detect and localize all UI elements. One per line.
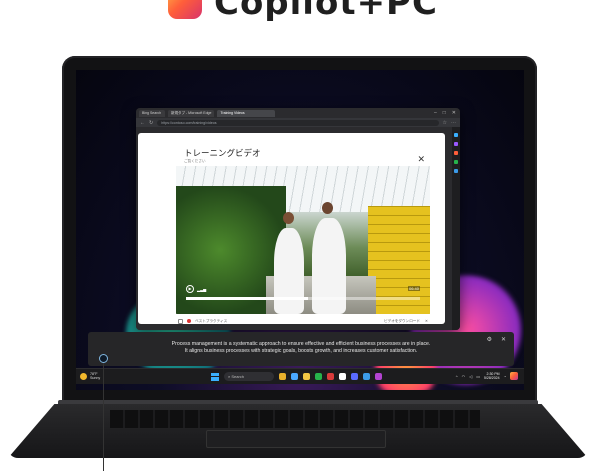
clock[interactable]: 2:30 PM 5/28/2024	[484, 372, 500, 380]
video-progress[interactable]	[186, 297, 420, 300]
tab-bing[interactable]: Bing Search	[139, 109, 165, 117]
taskbar-app-icon[interactable]	[351, 373, 358, 380]
system-tray: ^ ◠ ◁ ▭ 2:30 PM 5/28/2024 ◔	[456, 372, 518, 380]
taskbar-app-icon[interactable]	[363, 373, 370, 380]
taskbar-app-icon[interactable]	[339, 373, 346, 380]
minimize-button[interactable]: –	[434, 110, 437, 116]
captions-close-button[interactable]: ✕	[501, 337, 506, 344]
weather-condition: Sunny	[90, 376, 101, 380]
sidebar-collections-icon[interactable]	[454, 142, 458, 146]
back-icon[interactable]: ←	[140, 120, 145, 126]
video-time: 06:40	[407, 286, 420, 291]
battery-icon[interactable]: ▭	[476, 374, 480, 379]
captions-controls: ⚙ ✕	[487, 337, 506, 344]
copilot-icon[interactable]	[510, 372, 518, 380]
caption-line-1: Process management is a systematic appro…	[171, 341, 431, 347]
taskbar-search[interactable]: ⌕ Search	[224, 372, 274, 381]
sidebar-copilot-icon[interactable]	[454, 151, 458, 155]
chevron-up-icon[interactable]: ^	[456, 374, 458, 379]
web-page: トレーニングビデオ ご覧ください ✕ ▶ ▂▃▅ 06:40 ベストプラクティス…	[136, 127, 452, 330]
wifi-icon[interactable]: ◠	[462, 374, 466, 379]
footer-close-button[interactable]: ✕	[425, 319, 428, 323]
captions-settings-icon[interactable]: ⚙	[487, 337, 492, 344]
sidebar-tools-icon[interactable]	[454, 160, 458, 164]
callout-marker	[99, 354, 108, 363]
modal-footer: ベストプラクティス ビデオをダウンロード ✕	[178, 317, 428, 325]
taskbar-app-icon[interactable]	[375, 373, 382, 380]
edge-sidebar	[452, 127, 460, 330]
close-window-button[interactable]: ✕	[452, 110, 456, 116]
windows-start-icon[interactable]	[211, 372, 219, 381]
tab-new[interactable]: 新規タブ - Microsoft Edge	[168, 109, 215, 117]
tab-training-videos[interactable]: Training Videos	[217, 109, 276, 117]
person-right-head	[322, 202, 333, 214]
taskbar-app-icon[interactable]	[327, 373, 334, 380]
refresh-icon[interactable]: ↻	[149, 120, 153, 126]
video-progress-fill	[186, 297, 308, 300]
record-dot-icon	[187, 319, 191, 323]
person-left-head	[283, 212, 294, 224]
keyboard	[110, 410, 480, 428]
logo-text: Copilot+PC	[214, 0, 438, 23]
video-player[interactable]: ▶ ▂▃▅ 06:40	[176, 166, 430, 314]
modal-subtitle: ご覧ください	[184, 159, 206, 163]
weather-text: 78°F Sunny	[90, 372, 100, 380]
maximize-button[interactable]: □	[443, 110, 446, 116]
tab-strip: Bing Search 新規タブ - Microsoft Edge Traini…	[136, 108, 460, 118]
modal-close-button[interactable]: ✕	[417, 155, 425, 164]
sidebar-outlook-icon[interactable]	[454, 169, 458, 173]
taskbar-center: ⌕ Search	[211, 372, 382, 381]
browser-window: Bing Search 新規タブ - Microsoft Edge Traini…	[136, 108, 460, 330]
laptop-screen: Bing Search 新規タブ - Microsoft Edge Traini…	[76, 70, 524, 390]
video-modal: トレーニングビデオ ご覧ください ✕ ▶ ▂▃▅ 06:40 ベストプラクティス…	[138, 133, 445, 324]
footer-actions: ビデオをダウンロード ✕	[384, 319, 428, 324]
promo-stage: Copilot+PC Bing Search 新規タブ - Microsoft …	[0, 0, 594, 471]
window-controls: – □ ✕	[434, 110, 460, 116]
taskbar-app-icon[interactable]	[279, 373, 286, 380]
copilot-logo-icon	[168, 0, 202, 19]
taskbar-app-icon[interactable]	[315, 373, 322, 380]
star-icon[interactable]: ☆	[443, 120, 447, 126]
more-icon[interactable]: ⋯	[451, 120, 456, 126]
taskbar-app-icon[interactable]	[291, 373, 298, 380]
download-link[interactable]: ビデオをダウンロード	[384, 319, 420, 324]
copilot-logo: Copilot+PC	[168, 0, 438, 20]
checkbox[interactable]	[178, 318, 183, 324]
taskbar: 78°F Sunny ⌕ Search ^ ◠ ◁ ▭ 2:30 PM 5/28…	[76, 368, 524, 384]
sun-icon	[80, 372, 87, 380]
modal-title: トレーニングビデオ	[184, 148, 261, 158]
weather-widget[interactable]: 78°F Sunny	[80, 372, 100, 380]
play-icon[interactable]: ▶	[186, 285, 194, 293]
volume-icon[interactable]: ▂▃▅	[197, 287, 206, 292]
taskbar-app-icon[interactable]	[303, 373, 310, 380]
clock-date: 5/28/2024	[484, 376, 500, 380]
caption-line-2: It aligns business processes with strate…	[184, 348, 418, 354]
address-bar-row: ← ↻ https://contoso.com/training/videos …	[136, 118, 460, 127]
sidebar-search-icon[interactable]	[454, 133, 458, 137]
address-bar[interactable]: https://contoso.com/training/videos	[157, 119, 439, 126]
video-controls: ▶ ▂▃▅ 06:40	[184, 285, 422, 305]
bell-icon[interactable]: ◔	[504, 374, 506, 379]
speaker-icon[interactable]: ◁	[469, 374, 472, 379]
trackpad	[206, 430, 386, 448]
live-captions-bar: ⚙ ✕ Process management is a systematic a…	[88, 332, 514, 366]
footer-item-label: ベストプラクティス	[195, 318, 228, 323]
search-label: Search	[231, 374, 245, 379]
callout-line	[103, 363, 104, 471]
